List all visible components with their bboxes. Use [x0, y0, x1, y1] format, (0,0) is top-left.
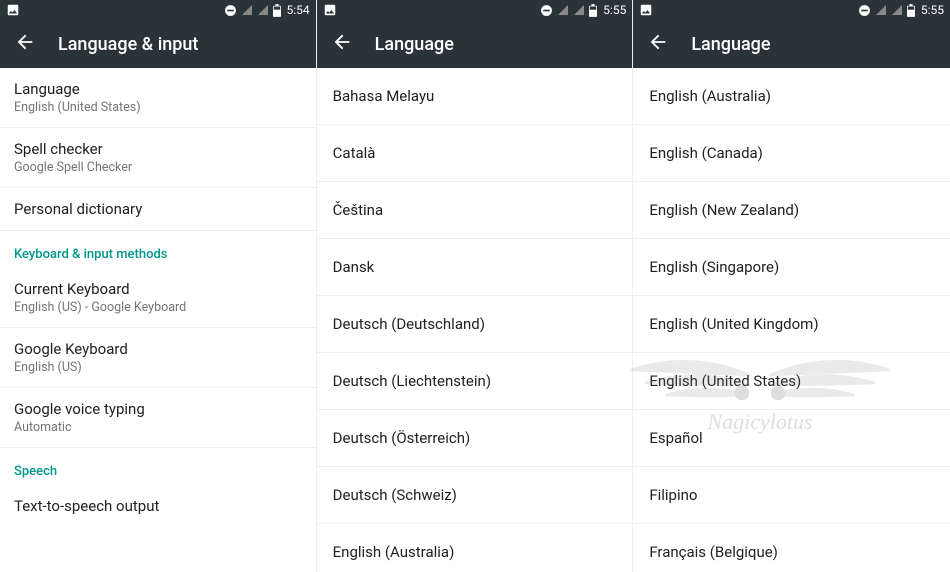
language-label: Català — [333, 144, 376, 162]
list-item[interactable]: Español — [633, 410, 950, 467]
settings-row-language[interactable]: Language English (United States) — [0, 68, 316, 128]
list-item[interactable]: Čeština — [317, 182, 633, 239]
list-item[interactable]: English (Australia) — [317, 524, 633, 572]
image-icon — [323, 3, 337, 17]
back-arrow-icon[interactable] — [647, 31, 669, 57]
signal-icon — [257, 4, 269, 16]
page-title: Language — [375, 34, 454, 55]
list-item[interactable]: Deutsch (Österreich) — [317, 410, 633, 467]
signal-icon — [573, 4, 585, 16]
image-icon — [639, 3, 653, 17]
signal-icon — [891, 4, 903, 16]
language-label: English (United Kingdom) — [649, 315, 818, 333]
page-title: Language — [691, 34, 770, 55]
row-secondary: English (US) — [14, 360, 302, 375]
section-header-keyboard: Keyboard & input methods — [0, 231, 316, 268]
signal-icon — [557, 4, 569, 16]
language-label: Deutsch (Liechtenstein) — [333, 372, 491, 390]
app-bar: Language — [633, 20, 950, 68]
list-item[interactable]: English (New Zealand) — [633, 182, 950, 239]
row-primary: Personal dictionary — [14, 200, 302, 218]
battery-icon — [273, 4, 281, 17]
language-label: Dansk — [333, 258, 375, 276]
language-label: English (United States) — [649, 372, 801, 390]
row-secondary: English (US) - Google Keyboard — [14, 300, 302, 315]
battery-icon — [907, 4, 915, 17]
status-time: 5:55 — [603, 3, 626, 17]
row-primary: Language — [14, 80, 302, 98]
row-primary: Google Keyboard — [14, 340, 302, 358]
app-bar: Language & input — [0, 20, 316, 68]
list-item[interactable]: English (United States) — [633, 353, 950, 410]
language-label: English (Canada) — [649, 144, 763, 162]
app-bar: Language — [317, 20, 633, 68]
language-label: Deutsch (Deutschland) — [333, 315, 485, 333]
list-item[interactable]: Deutsch (Deutschland) — [317, 296, 633, 353]
row-secondary: Automatic — [14, 420, 302, 435]
language-label: English (Australia) — [649, 87, 771, 105]
back-arrow-icon[interactable] — [331, 31, 353, 57]
language-label: Español — [649, 429, 702, 447]
list-item[interactable]: Deutsch (Liechtenstein) — [317, 353, 633, 410]
language-label: Français (Belgique) — [649, 543, 778, 561]
language-label: English (New Zealand) — [649, 201, 799, 219]
row-primary: Spell checker — [14, 140, 302, 158]
language-label: Deutsch (Schweiz) — [333, 486, 457, 504]
list-item[interactable]: Deutsch (Schweiz) — [317, 467, 633, 524]
settings-row-current-keyboard[interactable]: Current Keyboard English (US) - Google K… — [0, 268, 316, 328]
row-secondary: English (United States) — [14, 100, 302, 115]
screen-language-list-2: 5:55 Language English (Australia) Englis… — [633, 0, 950, 572]
row-primary: Text-to-speech output — [14, 497, 302, 515]
settings-row-tts[interactable]: Text-to-speech output — [0, 485, 316, 527]
signal-icon — [241, 4, 253, 16]
language-list[interactable]: Bahasa Melayu Català Čeština Dansk Deuts… — [317, 68, 633, 572]
language-label: Filipino — [649, 486, 697, 504]
language-label: English (Singapore) — [649, 258, 779, 276]
image-icon — [6, 3, 20, 17]
signal-icon — [875, 4, 887, 16]
settings-row-google-voice-typing[interactable]: Google voice typing Automatic — [0, 388, 316, 448]
list-item[interactable]: Bahasa Melayu — [317, 68, 633, 125]
dnd-icon — [858, 4, 871, 17]
list-item[interactable]: Filipino — [633, 467, 950, 524]
dnd-icon — [224, 4, 237, 17]
language-label: Deutsch (Österreich) — [333, 429, 471, 447]
list-item[interactable]: English (Canada) — [633, 125, 950, 182]
settings-list[interactable]: Language English (United States) Spell c… — [0, 68, 316, 572]
row-primary: Current Keyboard — [14, 280, 302, 298]
language-label: English (Australia) — [333, 543, 455, 561]
status-bar: 5:55 — [633, 0, 950, 20]
list-item[interactable]: Français (Belgique) — [633, 524, 950, 572]
screen-language-list-1: 5:55 Language Bahasa Melayu Català Češti… — [317, 0, 634, 572]
status-time: 5:55 — [921, 3, 944, 17]
list-item[interactable]: Dansk — [317, 239, 633, 296]
back-arrow-icon[interactable] — [14, 31, 36, 57]
language-label: Čeština — [333, 201, 383, 219]
list-item[interactable]: Català — [317, 125, 633, 182]
language-label: Bahasa Melayu — [333, 87, 435, 105]
settings-row-google-keyboard[interactable]: Google Keyboard English (US) — [0, 328, 316, 388]
language-list[interactable]: English (Australia) English (Canada) Eng… — [633, 68, 950, 572]
status-bar: 5:55 — [317, 0, 633, 20]
settings-row-spell-checker[interactable]: Spell checker Google Spell Checker — [0, 128, 316, 188]
dnd-icon — [540, 4, 553, 17]
screen-language-and-input: 5:54 Language & input Language English (… — [0, 0, 317, 572]
page-title: Language & input — [58, 34, 198, 55]
settings-row-personal-dictionary[interactable]: Personal dictionary — [0, 188, 316, 231]
row-secondary: Google Spell Checker — [14, 160, 302, 175]
status-time: 5:54 — [287, 3, 310, 17]
battery-icon — [589, 4, 597, 17]
section-header-speech: Speech — [0, 448, 316, 485]
list-item[interactable]: English (United Kingdom) — [633, 296, 950, 353]
list-item[interactable]: English (Australia) — [633, 68, 950, 125]
status-bar: 5:54 — [0, 0, 316, 20]
list-item[interactable]: English (Singapore) — [633, 239, 950, 296]
row-primary: Google voice typing — [14, 400, 302, 418]
